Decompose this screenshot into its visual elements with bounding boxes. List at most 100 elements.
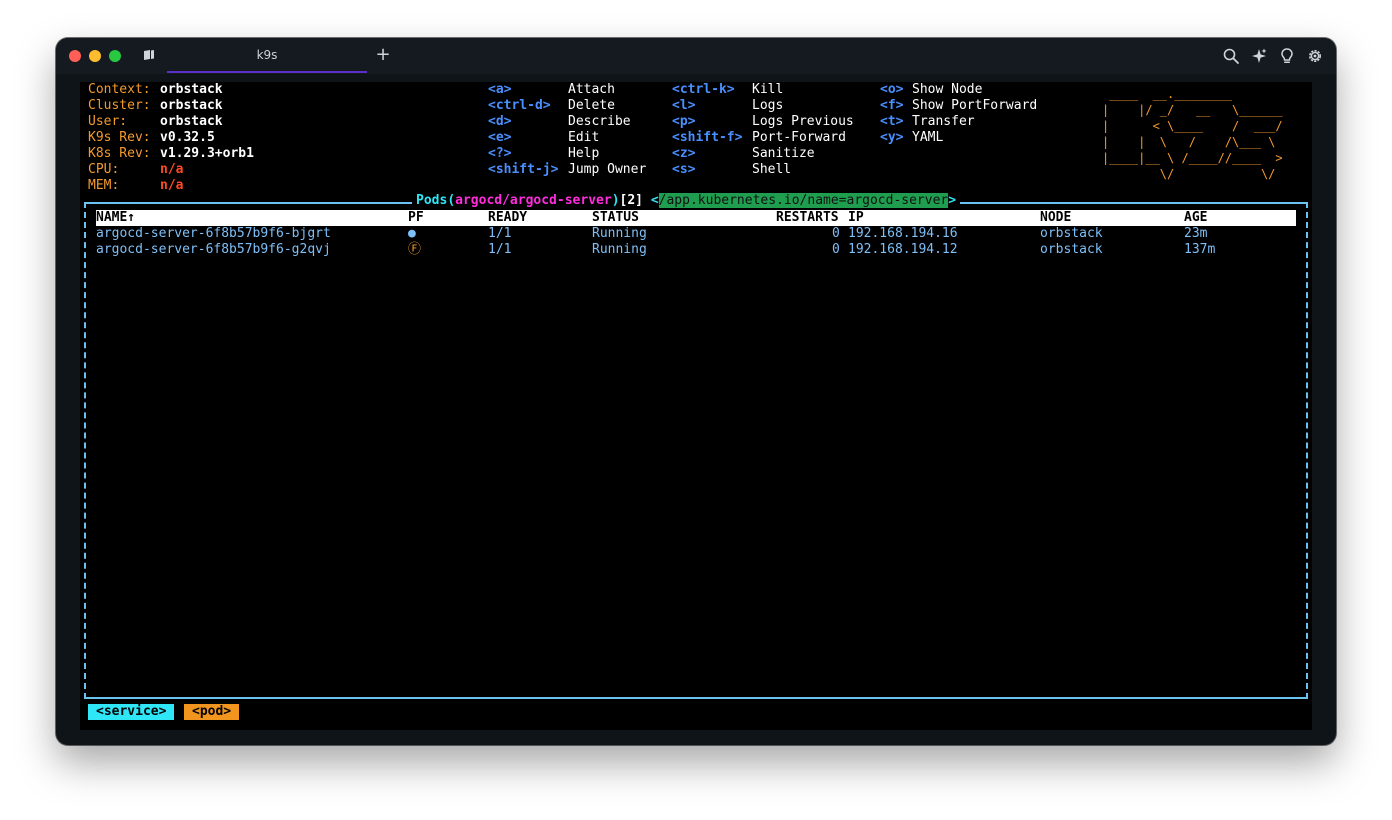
pod-name: argocd-server-6f8b57b9f6-g2qvj: [96, 242, 331, 257]
pod-ready: 1/1: [488, 226, 512, 241]
column-ip[interactable]: IP: [848, 210, 864, 226]
info-label-context: Context:: [88, 82, 151, 97]
shortcut-key-delete: <ctrl-d>: [488, 98, 551, 113]
info-value-context: orbstack: [160, 82, 223, 97]
port-forward-active-icon: Ⓕ: [408, 242, 422, 257]
info-label-cluster: Cluster:: [88, 98, 151, 113]
shortcut-key-yaml: <y>: [880, 130, 904, 145]
shortcut-delete[interactable]: Delete: [568, 98, 615, 114]
pods-frame: [84, 202, 1308, 699]
pod-ip: 192.168.194.16: [848, 226, 958, 241]
filter-close: >: [948, 193, 957, 208]
pod-node: orbstack: [1040, 242, 1103, 257]
shortcut-key-transfer: <t>: [880, 114, 904, 129]
k9s-terminal[interactable]: Context: orbstack Cluster: orbstack User…: [80, 82, 1312, 730]
maximize-window-button[interactable]: [109, 50, 121, 62]
info-value-mem: n/a: [160, 178, 184, 193]
crumb-pod[interactable]: <pod>: [184, 704, 240, 720]
shortcut-show-node[interactable]: Show Node: [912, 82, 982, 98]
label-filter: /app.kubernetes.io/name=argocd-server: [658, 193, 949, 208]
column-restarts[interactable]: RESTARTS: [776, 210, 839, 226]
minimize-window-button[interactable]: [89, 50, 101, 62]
info-value-user: orbstack: [160, 114, 223, 129]
pod-restarts: 0: [832, 242, 840, 257]
gear-icon[interactable]: [1306, 47, 1324, 65]
close-window-button[interactable]: [69, 50, 81, 62]
shortcut-key-shell: <s>: [672, 162, 696, 177]
namespace-name: argocd/argocd-server: [455, 193, 612, 208]
pods-view-title: Pods(argocd/argocd-server)[2] </app.kube…: [412, 193, 961, 209]
shortcut-sanitize[interactable]: Sanitize: [752, 146, 815, 162]
shortcut-help[interactable]: Help: [568, 146, 599, 162]
shortcut-shell[interactable]: Shell: [752, 162, 791, 178]
pod-restarts: 0: [832, 226, 840, 241]
pod-ip: 192.168.194.12: [848, 242, 958, 257]
info-label-k8s-rev: K8s Rev:: [88, 146, 151, 161]
table-row[interactable]: argocd-server-6f8b57b9f6-bjgrt ● 1/1 Run…: [96, 226, 1296, 242]
shortcut-key-help: <?>: [488, 146, 512, 161]
pod-status: Running: [592, 242, 647, 257]
shortcut-key-logs: <l>: [672, 98, 696, 113]
column-age[interactable]: AGE: [1184, 210, 1207, 226]
shortcut-key-show-portforward: <f>: [880, 98, 904, 113]
shortcut-key-sanitize: <z>: [672, 146, 696, 161]
tab-icon: [144, 50, 154, 60]
table-header: NAME↑ PF READY STATUS RESTARTS IP NODE A…: [96, 210, 1296, 226]
active-tab-indicator: [167, 71, 367, 73]
shortcut-yaml[interactable]: YAML: [912, 130, 943, 146]
info-value-k9s-rev: v0.32.5: [160, 130, 215, 145]
title-bar: k9s +: [56, 38, 1336, 74]
sparkle-icon[interactable]: [1250, 47, 1268, 65]
lightbulb-icon[interactable]: [1278, 47, 1296, 65]
shortcut-key-show-node: <o>: [880, 82, 904, 97]
pod-status: Running: [592, 226, 647, 241]
info-value-cluster: orbstack: [160, 98, 223, 113]
shortcut-key-kill: <ctrl-k>: [672, 82, 735, 97]
info-label-k9s-rev: K9s Rev:: [88, 130, 151, 145]
shortcut-logs[interactable]: Logs: [752, 98, 783, 114]
shortcut-key-jump-owner: <shift-j>: [488, 162, 559, 177]
shortcut-key-describe: <d>: [488, 114, 512, 129]
shortcut-attach[interactable]: Attach: [568, 82, 615, 98]
info-label-user: User:: [88, 114, 128, 129]
terminal-window: k9s + Context: orbstack Cluster: orbstac…: [56, 38, 1336, 745]
pod-count: [2]: [619, 193, 643, 208]
pod-age: 23m: [1184, 226, 1208, 241]
info-label-cpu: CPU:: [88, 162, 120, 177]
column-status[interactable]: STATUS: [592, 210, 639, 226]
info-value-k8s-rev: v1.29.3+orb1: [160, 146, 254, 161]
column-name[interactable]: NAME↑: [96, 210, 135, 226]
shortcut-transfer[interactable]: Transfer: [912, 114, 975, 130]
new-tab-button[interactable]: +: [372, 44, 394, 66]
tab-title: k9s: [256, 48, 278, 62]
pod-ready: 1/1: [488, 242, 512, 257]
pod-node: orbstack: [1040, 226, 1103, 241]
shortcut-jump-owner[interactable]: Jump Owner: [568, 162, 646, 178]
tab-k9s[interactable]: k9s: [167, 38, 367, 74]
column-node[interactable]: NODE: [1040, 210, 1071, 226]
shortcut-key-port-forward: <shift-f>: [672, 130, 743, 145]
filter-open: <: [650, 193, 659, 208]
port-forward-status-icon: ●: [408, 226, 416, 241]
pod-age: 137m: [1184, 242, 1216, 257]
search-icon[interactable]: [1222, 47, 1240, 65]
info-label-mem: MEM:: [88, 178, 120, 193]
k9s-logo: ____ __.________ | |/ _/ __ \______ | < …: [1102, 87, 1283, 181]
column-ready[interactable]: READY: [488, 210, 527, 226]
shortcut-describe[interactable]: Describe: [568, 114, 631, 130]
shortcut-edit[interactable]: Edit: [568, 130, 599, 146]
shortcut-logs-previous[interactable]: Logs Previous: [752, 114, 854, 130]
resource-name: Pods: [416, 193, 448, 208]
shortcut-kill[interactable]: Kill: [752, 82, 783, 98]
pod-name: argocd-server-6f8b57b9f6-bjgrt: [96, 226, 331, 241]
shortcut-key-edit: <e>: [488, 130, 512, 145]
shortcut-key-attach: <a>: [488, 82, 512, 97]
shortcut-key-logs-previous: <p>: [672, 114, 696, 129]
shortcut-show-portforward[interactable]: Show PortForward: [912, 98, 1037, 114]
column-pf[interactable]: PF: [408, 210, 424, 226]
shortcut-port-forward[interactable]: Port-Forward: [752, 130, 846, 146]
table-row[interactable]: argocd-server-6f8b57b9f6-g2qvj Ⓕ 1/1 Run…: [96, 242, 1296, 258]
close-paren: ): [611, 193, 620, 208]
crumb-service[interactable]: <service>: [88, 704, 175, 720]
info-value-cpu: n/a: [160, 162, 184, 177]
